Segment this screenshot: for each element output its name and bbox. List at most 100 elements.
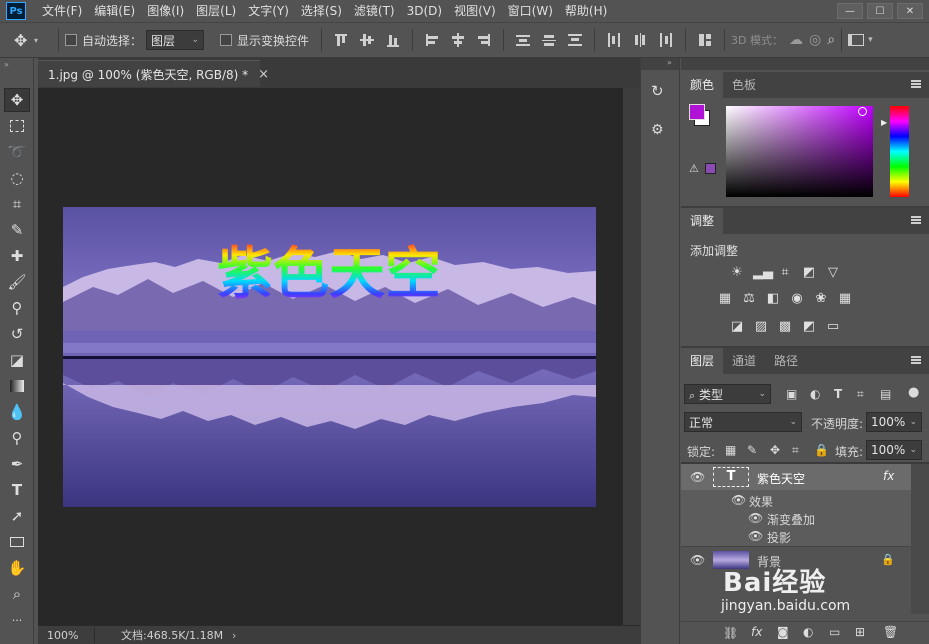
drop-shadow-eye-icon[interactable]: 👁 (748, 529, 763, 543)
layer-row-text[interactable]: 👁 T 紫色天空 fx (681, 464, 911, 490)
align-right-icon[interactable] (476, 32, 492, 48)
distribute-vcenter-icon[interactable] (541, 32, 557, 48)
fx-badge[interactable]: fx (883, 469, 894, 483)
hue-saturation-icon[interactable]: ▦ (717, 292, 733, 306)
type-tool-icon[interactable]: T (4, 478, 30, 502)
eraser-tool-icon[interactable]: ◪ (4, 348, 30, 372)
filter-type-icon[interactable]: T (834, 387, 842, 401)
auto-select-checkbox[interactable] (65, 34, 77, 46)
show-transform-checkbox[interactable] (220, 34, 233, 46)
move-tool-preset-icon[interactable]: ✥ (14, 31, 34, 50)
align-vcenter-icon[interactable] (359, 32, 375, 48)
blend-mode-dropdown[interactable]: 正常 ⌄ (684, 412, 802, 432)
visibility-eye-icon[interactable]: 👁 (690, 553, 705, 567)
posterize-icon[interactable]: ▨ (753, 320, 769, 334)
fill-field[interactable]: 100% ⌄ (866, 440, 922, 460)
photo-filter-icon[interactable]: ◉ (789, 292, 805, 306)
drop-shadow-effect[interactable]: 投影 (767, 529, 791, 546)
brightness-contrast-icon[interactable]: ☀ (729, 266, 745, 280)
align-left-icon[interactable] (424, 32, 440, 48)
curves-icon[interactable]: ⌗ (777, 266, 793, 280)
panel-menu-icon[interactable] (911, 216, 921, 224)
gradient-map-icon[interactable]: ▭ (825, 320, 841, 334)
hue-slider-arrow-icon[interactable]: ▶ (881, 118, 887, 127)
layers-scrollbar[interactable] (911, 464, 929, 614)
distribute-bottom-icon[interactable] (567, 32, 583, 48)
link-layers-icon[interactable]: ⛓ (723, 626, 738, 640)
search-icon[interactable]: ⌕ (827, 32, 835, 48)
path-selection-tool-icon[interactable]: ➚ (4, 504, 30, 528)
align-hcenter-icon[interactable] (450, 32, 466, 48)
invert-icon[interactable]: ◪ (729, 320, 745, 334)
distribute-right-icon[interactable] (658, 32, 674, 48)
new-group-icon[interactable]: ▭ (829, 625, 840, 639)
canvas-image[interactable]: 紫色天空 (63, 207, 596, 507)
menu-window[interactable]: 窗口(W) (502, 0, 559, 22)
clone-stamp-tool-icon[interactable]: ⚲ (4, 296, 30, 320)
collapse-arrows-icon[interactable]: » (4, 60, 9, 69)
lock-transparent-icon[interactable]: ▦ (725, 443, 736, 457)
chevron-down-icon[interactable]: ▾ (868, 35, 873, 45)
close-window-button[interactable]: ✕ (897, 3, 923, 19)
color-balance-icon[interactable]: ⚖ (741, 292, 757, 306)
filter-pixel-icon[interactable]: ▣ (786, 387, 797, 401)
chevron-right-icon[interactable]: › (232, 629, 236, 642)
zoom-level[interactable]: 100% (38, 629, 94, 642)
lasso-tool-icon[interactable]: ➰ (4, 140, 30, 164)
visibility-eye-icon[interactable]: 👁 (690, 470, 705, 484)
lock-artboard-icon[interactable]: ⌗ (792, 443, 799, 458)
new-adjustment-icon[interactable]: ◐ (803, 625, 813, 639)
panel-menu-icon[interactable] (911, 356, 921, 364)
marquee-tool-icon[interactable] (4, 114, 30, 138)
menu-select[interactable]: 选择(S) (295, 0, 348, 22)
document-tab[interactable]: 1.jpg @ 100% (紫色天空, RGB/8) * × (38, 60, 269, 87)
distribute-hcenter-icon[interactable] (632, 32, 648, 48)
levels-icon[interactable]: ▂▄ (753, 266, 773, 280)
menu-filter[interactable]: 滤镜(T) (348, 0, 401, 22)
minimize-button[interactable]: — (837, 3, 863, 19)
lock-pixels-icon[interactable]: ✎ (747, 443, 757, 457)
exposure-icon[interactable]: ◩ (801, 266, 817, 280)
threshold-icon[interactable]: ▩ (777, 320, 793, 334)
blur-tool-icon[interactable]: 💧 (4, 400, 30, 424)
new-layer-icon[interactable]: ⊞ (855, 625, 865, 639)
maximize-button[interactable]: ☐ (867, 3, 893, 19)
color-field[interactable] (726, 106, 873, 197)
dodge-tool-icon[interactable]: ⚲ (4, 426, 30, 450)
menu-file[interactable]: 文件(F) (36, 0, 88, 22)
menu-image[interactable]: 图像(I) (141, 0, 190, 22)
hue-slider[interactable] (890, 106, 909, 197)
gradient-overlay-eye-icon[interactable]: 👁 (748, 511, 763, 525)
zoom-tool-icon[interactable]: ⌕ (4, 582, 30, 606)
filter-toggle-icon[interactable]: ● (908, 385, 919, 400)
menu-type[interactable]: 文字(Y) (242, 0, 295, 22)
tab-swatches[interactable]: 色板 (723, 72, 765, 98)
menu-view[interactable]: 视图(V) (448, 0, 502, 22)
rectangle-tool-icon[interactable] (4, 530, 30, 554)
close-tab-icon[interactable]: × (258, 67, 269, 82)
panel-menu-icon[interactable] (911, 80, 921, 88)
preset-chevron-icon[interactable]: ▾ (34, 36, 42, 45)
crop-tool-icon[interactable]: ⌗ (4, 192, 30, 216)
add-mask-icon[interactable]: ◙ (777, 625, 789, 639)
selective-color-icon[interactable]: ◩ (801, 320, 817, 334)
foreground-color-swatch[interactable] (689, 104, 705, 120)
filter-shape-icon[interactable]: ⌗ (857, 387, 864, 402)
tab-adjustments[interactable]: 调整 (681, 208, 724, 234)
move-tool-icon[interactable]: ✥ (4, 88, 30, 112)
color-lookup-icon[interactable]: ▦ (837, 292, 853, 306)
pen-tool-icon[interactable]: ✒ (4, 452, 30, 476)
layer-filter-dropdown[interactable]: ⌕ 类型 ⌄ (684, 384, 771, 404)
gamut-color-swatch[interactable] (705, 163, 716, 174)
tab-color[interactable]: 颜色 (681, 72, 724, 98)
quick-selection-tool-icon[interactable]: ◌ (4, 166, 30, 190)
properties-panel-icon[interactable]: ⚙ (651, 122, 664, 138)
healing-brush-tool-icon[interactable]: ✚ (4, 244, 30, 268)
auto-select-dropdown[interactable]: 图层 ⌄ (146, 30, 205, 50)
menu-3d[interactable]: 3D(D) (401, 0, 448, 22)
tab-paths[interactable]: 路径 (765, 348, 807, 374)
lock-position-icon[interactable]: ✥ (770, 443, 780, 457)
hand-tool-icon[interactable]: ✋ (4, 556, 30, 580)
tab-channels[interactable]: 通道 (723, 348, 765, 374)
menu-layer[interactable]: 图层(L) (190, 0, 242, 22)
